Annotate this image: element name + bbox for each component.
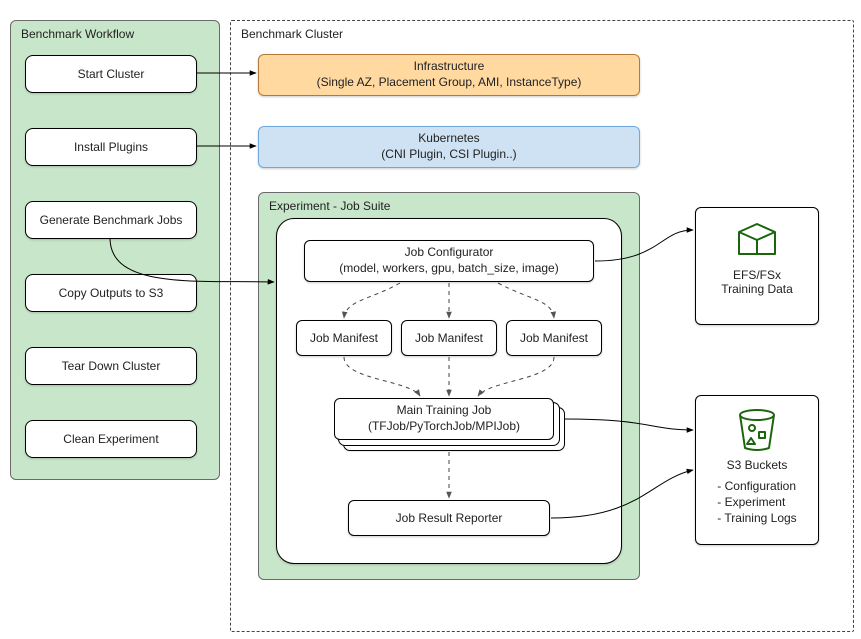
job-manifest-2: Job Manifest	[401, 320, 497, 356]
wf-step-label: Start Cluster	[78, 67, 145, 81]
main-training-job: Main Training Job (TFJob/PyTorchJob/MPIJ…	[334, 398, 554, 440]
experiment-title: Experiment - Job Suite	[259, 193, 639, 213]
wf-step-label: Generate Benchmark Jobs	[40, 213, 183, 227]
wf-step-2: Install Plugins	[25, 128, 197, 166]
job-manifest-1: Job Manifest	[296, 320, 392, 356]
training-job-subtitle: (TFJob/PyTorchJob/MPIJob)	[368, 419, 520, 435]
efs-label: EFS/FSx Training Data	[721, 268, 793, 296]
s3-title: S3 Buckets	[727, 458, 788, 472]
job-manifest-label: Job Manifest	[520, 331, 588, 345]
box-icon	[735, 220, 779, 260]
s3-box: S3 Buckets - Configuration - Experiment …	[695, 395, 819, 545]
infra-box: Infrastructure (Single AZ, Placement Gro…	[258, 54, 640, 96]
k8s-title: Kubernetes	[418, 131, 479, 147]
job-result-reporter: Job Result Reporter	[348, 500, 550, 536]
infra-subtitle: (Single AZ, Placement Group, AMI, Instan…	[317, 75, 582, 91]
s3-item: - Experiment	[717, 494, 796, 510]
efs-box: EFS/FSx Training Data	[695, 207, 819, 325]
k8s-box: Kubernetes (CNI Plugin, CSI Plugin..)	[258, 126, 640, 168]
bucket-icon	[736, 408, 778, 452]
wf-step-label: Clean Experiment	[63, 432, 158, 446]
reporter-label: Job Result Reporter	[396, 511, 503, 525]
s3-item: - Training Logs	[717, 510, 796, 526]
k8s-subtitle: (CNI Plugin, CSI Plugin..)	[381, 147, 516, 163]
wf-step-label: Install Plugins	[74, 140, 148, 154]
wf-step-6: Clean Experiment	[25, 420, 197, 458]
s3-list: - Configuration - Experiment - Training …	[717, 478, 796, 527]
wf-step-4: Copy Outputs to S3	[25, 274, 197, 312]
wf-step-label: Tear Down Cluster	[62, 359, 161, 373]
job-configurator-subtitle: (model, workers, gpu, batch_size, image)	[339, 261, 558, 277]
s3-item: - Configuration	[717, 478, 796, 494]
job-configurator: Job Configurator (model, workers, gpu, b…	[304, 240, 594, 282]
wf-step-1: Start Cluster	[25, 55, 197, 93]
job-manifest-label: Job Manifest	[415, 331, 483, 345]
job-manifest-3: Job Manifest	[506, 320, 602, 356]
infra-title: Infrastructure	[414, 59, 485, 75]
job-configurator-title: Job Configurator	[405, 245, 494, 261]
training-job-title: Main Training Job	[397, 403, 492, 419]
wf-step-3: Generate Benchmark Jobs	[25, 201, 197, 239]
wf-step-5: Tear Down Cluster	[25, 347, 197, 385]
job-manifest-label: Job Manifest	[310, 331, 378, 345]
wf-step-label: Copy Outputs to S3	[59, 286, 164, 300]
workflow-title: Benchmark Workflow	[11, 21, 219, 41]
cluster-title: Benchmark Cluster	[231, 21, 853, 41]
